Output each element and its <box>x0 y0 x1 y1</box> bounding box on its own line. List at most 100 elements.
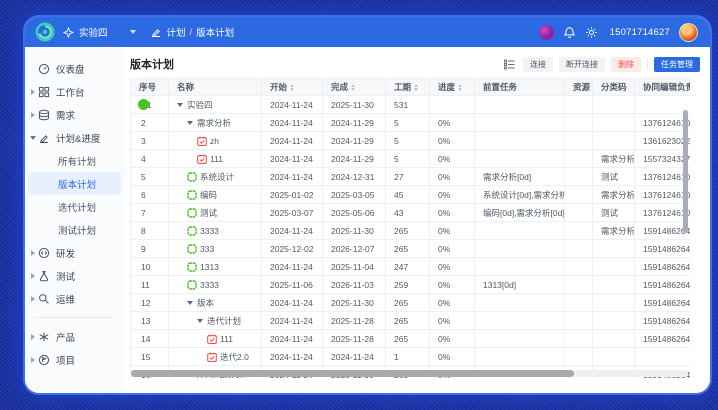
cell-finish: 2025-03-05 <box>323 186 386 204</box>
cell-pred: 系统设计[0d],需求分析[0d] <box>475 186 565 204</box>
cell-finish: 2025-11-04 <box>323 258 386 276</box>
table-row[interactable]: 141112024-11-242025-11-282650%1591486264… <box>131 330 691 348</box>
sidebar-item[interactable]: 项目 <box>25 348 125 371</box>
cell-no: 4 <box>131 150 169 168</box>
column-header[interactable]: 完成 <box>323 79 386 96</box>
cell-owner: 15914862645 <box>635 312 691 330</box>
cell-owner: 15914862645 <box>635 222 691 240</box>
sidebar: 仪表盘工作台需求计划&进度所有计划版本计划迭代计划测试计划研发测试运维产品项目 <box>25 47 125 393</box>
cell-finish: 2026-11-03 <box>323 276 386 294</box>
sort-icon[interactable] <box>458 84 462 91</box>
cell-name: 编码 <box>169 186 262 204</box>
table-row[interactable]: 6编码2025-01-022025-03-05450%系统设计[0d],需求分析… <box>131 186 691 204</box>
sidebar-item[interactable]: 仪表盘 <box>25 57 125 80</box>
expand-arrow-icon[interactable] <box>28 273 38 279</box>
workspace-caret-icon[interactable] <box>130 30 136 34</box>
table-row[interactable]: 1133332025-11-062026-11-032590%1313[0d]1… <box>131 276 691 294</box>
column-header[interactable]: 开始 <box>262 79 323 96</box>
cell-duration: 27 <box>386 168 430 186</box>
cell-name: 测试 <box>169 204 262 222</box>
cell-progress: 0% <box>430 330 475 348</box>
column-header[interactable]: 进度 <box>430 79 475 96</box>
expand-arrow-icon[interactable] <box>28 334 38 340</box>
cell-name: 需求分析 <box>169 114 262 132</box>
cell-name: 111 <box>169 150 262 168</box>
user-avatar[interactable] <box>679 23 698 42</box>
cell-start: 2024-11-24 <box>262 114 323 132</box>
table-row[interactable]: 7测试2025-03-072025-05-06430%编码[0d],需求分析[0… <box>131 204 691 222</box>
page-title: 版本计划 <box>130 56 174 72</box>
cell-duration: 531 <box>386 96 430 114</box>
view-list-icon[interactable] <box>504 59 515 70</box>
app-window: 实验四 计划 / 版本计划 15071 <box>25 17 710 393</box>
task-green-icon <box>187 262 197 272</box>
table-row[interactable]: 1013132024-11-242025-11-042470%159148626… <box>131 258 691 276</box>
community-icon[interactable] <box>539 25 554 40</box>
cell-start: 2024-11-24 <box>262 150 323 168</box>
table-row[interactable]: 5系统设计2024-11-242024-12-31270%需求分析[0d]测试1… <box>131 168 691 186</box>
expand-arrow-icon[interactable] <box>28 112 38 118</box>
cell-finish: 2024-12-31 <box>323 168 386 186</box>
table-row[interactable]: 41112024-11-242024-11-2950%需求分析155732432… <box>131 150 691 168</box>
sidebar-subitem[interactable]: 测试计划 <box>28 218 121 241</box>
table-row[interactable]: 2需求分析2024-11-242024-11-2950%13761246106 <box>131 114 691 132</box>
expand-arrow-icon[interactable] <box>28 357 38 363</box>
sidebar-item[interactable]: 运维 <box>25 287 125 310</box>
cell-start: 2024-11-24 <box>262 132 323 150</box>
task-green-icon <box>187 208 197 218</box>
sidebar-subitem-label: 测试计划 <box>58 223 96 237</box>
table-row[interactable]: 12版本2024-11-242025-11-302650%15914862645 <box>131 294 691 312</box>
table-row[interactable]: 13迭代计划2024-11-242025-11-282650%159148626… <box>131 312 691 330</box>
collapse-caret-icon[interactable] <box>177 103 183 107</box>
column-header: 名称 <box>169 79 262 96</box>
expand-arrow-icon[interactable] <box>28 136 38 140</box>
task-green-icon <box>187 244 197 254</box>
sidebar-subitem[interactable]: 版本计划 <box>28 172 121 195</box>
cell-code: 需求分析 <box>593 186 635 204</box>
horizontal-scrollbar-track[interactable] <box>130 370 688 377</box>
expand-arrow-icon[interactable] <box>28 89 38 95</box>
settings-gear-icon[interactable] <box>585 26 598 39</box>
column-header[interactable]: 工期 <box>386 79 430 96</box>
vertical-scrollbar[interactable] <box>683 110 688 233</box>
sidebar-item[interactable]: 研发 <box>25 241 125 264</box>
table-row[interactable]: 1实验四2024-11-242025-11-30531 <box>131 96 691 114</box>
cell-duration: 5 <box>386 150 430 168</box>
disconnect-button[interactable]: 断开连接 <box>559 57 605 72</box>
table-row[interactable]: 15迭代2.02024-11-242024-11-2410% <box>131 348 691 366</box>
task-green-icon <box>187 172 197 182</box>
sort-icon[interactable] <box>414 84 418 91</box>
collapse-caret-icon[interactable] <box>187 301 193 305</box>
connect-button[interactable]: 连接 <box>523 57 553 72</box>
plan-table: 序号名称开始完成工期进度前置任务资源分类码协同编辑负责 1实验四2024-11-… <box>130 78 690 378</box>
notification-bell-icon[interactable] <box>563 26 576 39</box>
task-manage-button[interactable]: 任务管理 <box>654 57 700 72</box>
sort-icon[interactable] <box>290 84 294 91</box>
collapse-caret-icon[interactable] <box>187 121 193 125</box>
cell-duration: 265 <box>386 294 430 312</box>
sidebar-subitem[interactable]: 迭代计划 <box>28 195 121 218</box>
cell-duration: 43 <box>386 204 430 222</box>
expand-arrow-icon[interactable] <box>28 296 38 302</box>
sidebar-item[interactable]: 测试 <box>25 264 125 287</box>
collapse-caret-icon[interactable] <box>197 319 203 323</box>
sidebar-item[interactable]: 计划&进度 <box>25 126 125 149</box>
expand-arrow-icon[interactable] <box>28 250 38 256</box>
sort-icon[interactable] <box>351 84 355 91</box>
table-row[interactable]: 93332025-12-022026-12-072650%15914862645 <box>131 240 691 258</box>
breadcrumb-section[interactable]: 计划 <box>167 25 186 39</box>
sidebar-item[interactable]: 需求 <box>25 103 125 126</box>
cell-start: 2024-11-24 <box>262 222 323 240</box>
cell-res <box>565 330 593 348</box>
table-row[interactable]: 833332024-11-242025-11-302650%需求分析159148… <box>131 222 691 240</box>
horizontal-scrollbar-thumb[interactable] <box>131 370 574 377</box>
sidebar-item[interactable]: 工作台 <box>25 80 125 103</box>
cell-no: 3 <box>131 132 169 150</box>
sidebar-item[interactable]: 产品 <box>25 325 125 348</box>
table-row[interactable]: 3zh2024-11-242024-11-2950%13616230227 <box>131 132 691 150</box>
cell-finish: 2024-11-29 <box>323 114 386 132</box>
workspace-selector[interactable]: 实验四 <box>63 25 136 39</box>
cell-name: 3333 <box>169 222 262 240</box>
delete-button[interactable]: 删除 <box>611 57 641 72</box>
sidebar-subitem[interactable]: 所有计划 <box>28 149 121 172</box>
